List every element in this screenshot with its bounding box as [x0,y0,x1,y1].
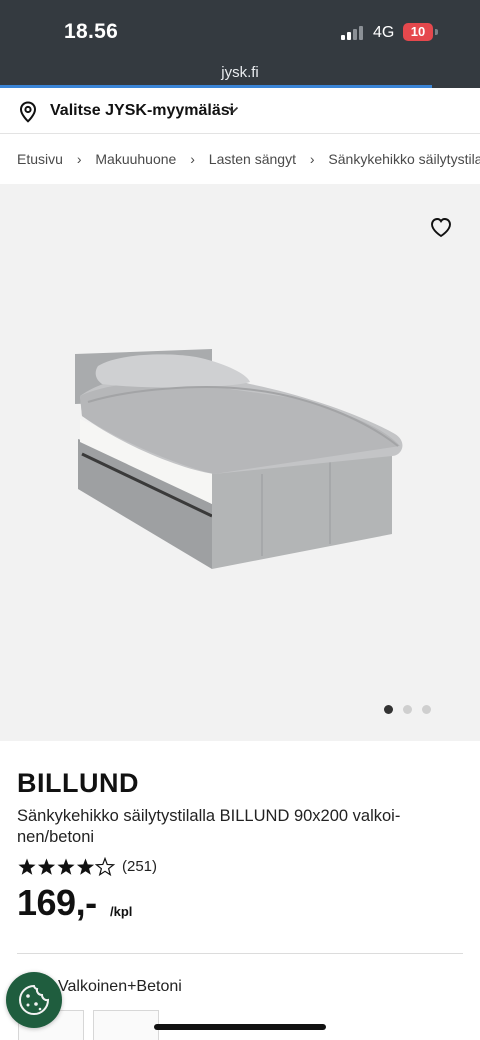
breadcrumb: Etusivu › Makuuhuone › Lasten sängyt › S… [17,150,480,170]
star-icon [94,857,116,877]
rating-stars [18,857,116,877]
cookie-icon [19,984,50,1015]
product-brand: BILLUND [17,768,139,798]
chevron-right-icon: › [190,151,195,168]
chevron-right-icon: › [76,151,82,168]
heart-icon[interactable] [429,216,453,238]
gallery-dot[interactable] [384,705,393,714]
gallery-dot[interactable] [422,705,431,714]
address-bar[interactable]: jysk.fi [0,64,480,81]
star-icon [18,858,36,875]
store-picker-label: Valitse JYSK-myymäläsi [50,102,235,119]
browser-top-bar: 18.56 4G 10 jysk.fi [0,0,480,88]
selected-variant: Valkoinen+Betoni [58,978,182,995]
gallery-dot[interactable] [403,705,412,714]
breadcrumb-item-lasten-sangyt[interactable]: Lasten sängyt [209,151,296,167]
product-description: Sänkykehikko säilytystilalla BILLUND 90x… [17,807,401,846]
battery-tip [435,29,438,35]
breadcrumb-item-etusivu[interactable]: Etusivu [17,151,63,167]
chevron-down-icon [227,106,239,114]
home-indicator [154,1024,326,1030]
variant-thumbnail[interactable] [93,1010,159,1040]
product-image [75,349,403,569]
battery-icon: 10 [403,23,433,41]
location-pin-icon [19,101,37,123]
breadcrumb-item-makuuhuone[interactable]: Makuuhuone [95,151,176,167]
review-count[interactable]: (251) [122,858,157,875]
status-time: 18.56 [64,20,119,43]
star-icon [57,858,75,875]
cookie-settings-button[interactable] [6,972,62,1028]
breadcrumb-item-current: Sänkykehikko säilytystilall [328,151,480,168]
chevron-right-icon: › [309,151,315,168]
star-icon [76,858,95,875]
price-unit: /kpl [110,904,133,919]
network-type: 4G [373,24,395,41]
store-picker[interactable]: Valitse JYSK-myymäläsi [0,88,480,134]
product-price: 169,- [17,882,97,923]
star-icon [37,858,56,875]
product-image-gallery[interactable] [0,184,480,741]
divider [17,953,463,954]
signal-icon [341,26,367,40]
